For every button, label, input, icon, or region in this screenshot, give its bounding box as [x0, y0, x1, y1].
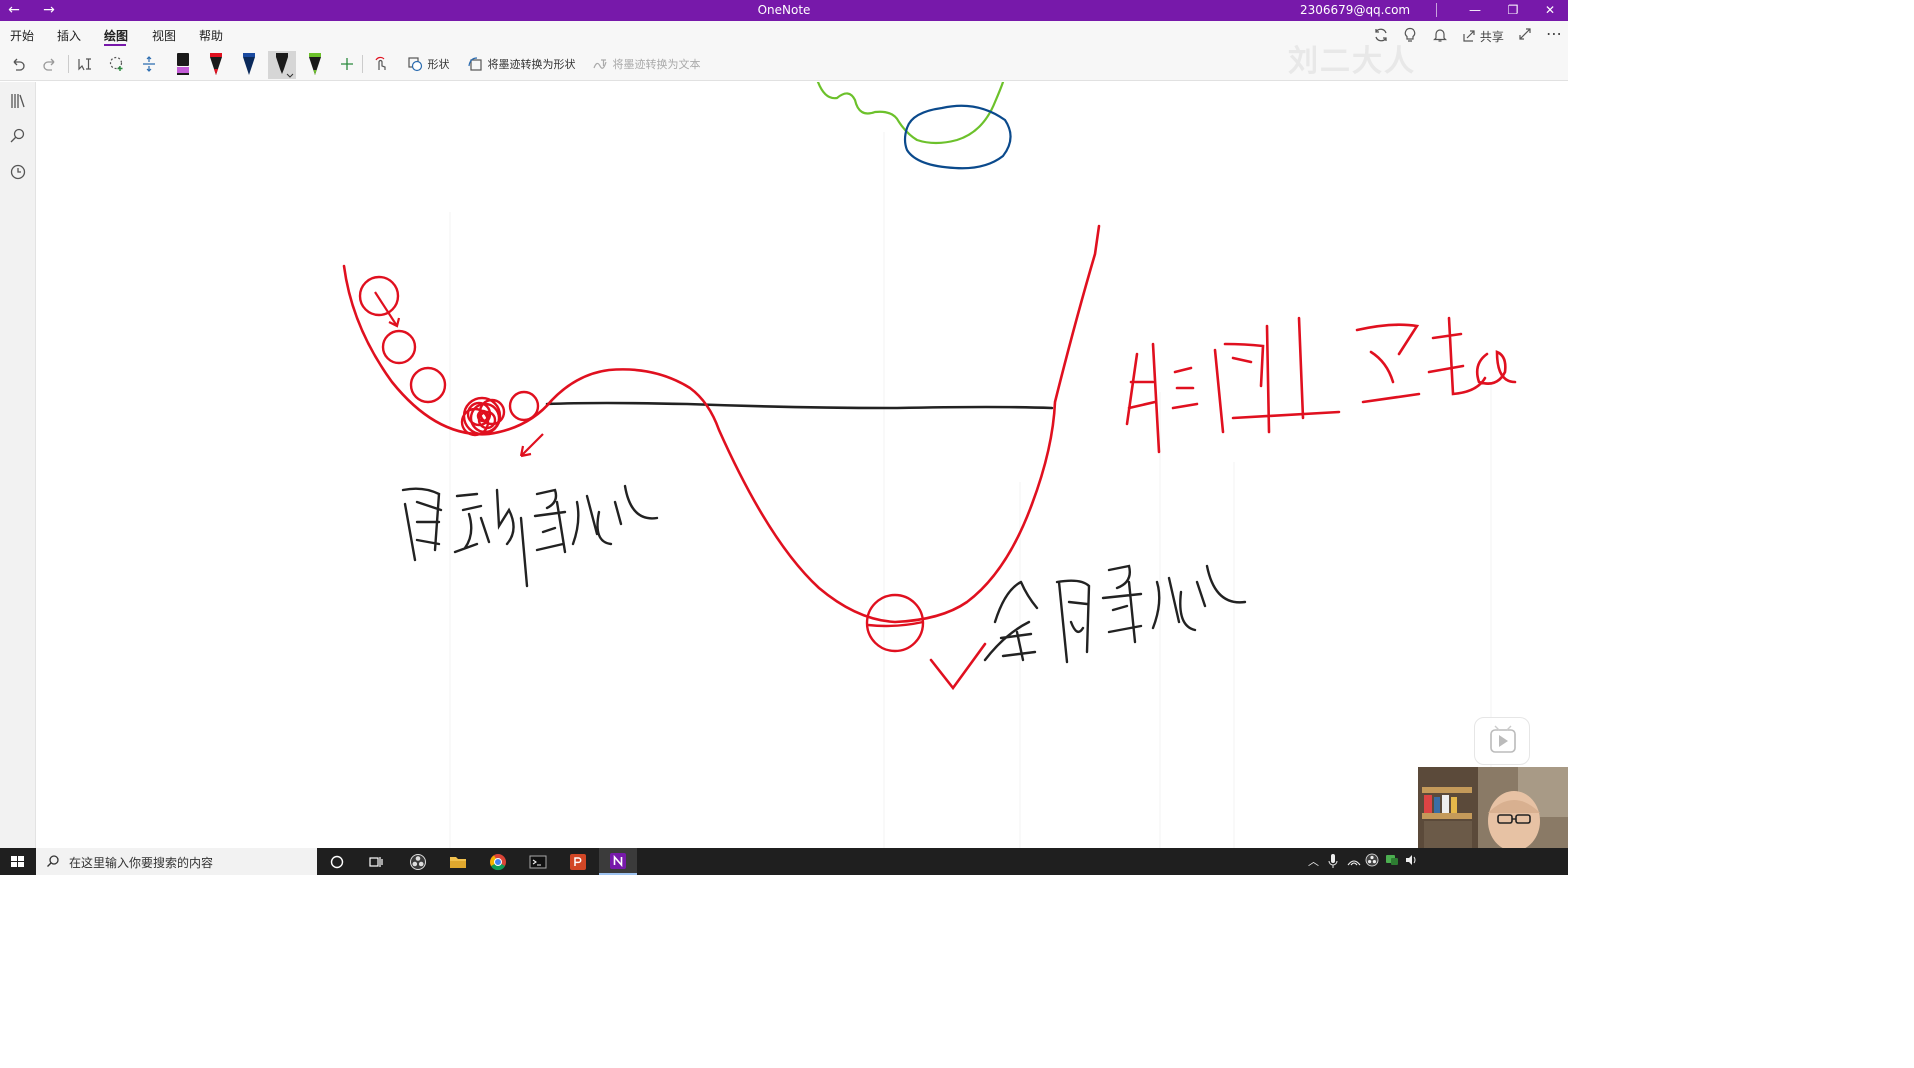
ink-drawing[interactable]	[37, 82, 1568, 848]
play-icon	[1490, 725, 1516, 753]
share-icon	[1463, 30, 1475, 42]
share-label: 共享	[1479, 30, 1504, 44]
ink-to-text-icon	[592, 59, 607, 69]
onenote-icon	[610, 852, 626, 869]
undo-icon	[13, 58, 25, 71]
microphone-icon[interactable]	[1328, 853, 1338, 869]
add-space-icon	[143, 56, 155, 72]
wechat-tray-icon[interactable]	[1385, 853, 1399, 867]
task-view-icon	[369, 856, 383, 867]
add-space-button[interactable]	[137, 51, 161, 77]
volume-icon[interactable]	[1404, 853, 1418, 867]
search-icon[interactable]	[8, 126, 28, 146]
redo-button[interactable]	[38, 51, 62, 77]
pen-icon	[210, 53, 222, 75]
ink-to-text-button[interactable]: 将墨迹转换为文本	[590, 51, 702, 77]
windows-logo-icon	[11, 856, 24, 867]
search-placeholder: 在这里输入你要搜索的内容	[69, 856, 214, 870]
shapes-label: 形状	[427, 58, 450, 71]
restore-button[interactable]: ❐	[1495, 0, 1531, 21]
left-navigation-rail	[0, 82, 36, 848]
powerpoint-icon	[570, 853, 586, 870]
toolbar-separator	[362, 55, 363, 73]
start-button[interactable]	[0, 848, 36, 875]
pen-black-purple[interactable]	[172, 51, 194, 79]
ink-to-shape-label: 将墨迹转换为形状	[487, 58, 576, 71]
type-select-button[interactable]	[73, 51, 97, 77]
network-icon[interactable]	[1347, 853, 1361, 867]
terminal-icon	[529, 855, 547, 868]
title-bar: ← → OneNote 2306679@qq.com — ❐ ✕	[0, 0, 1568, 21]
pen-icon	[243, 53, 255, 75]
fullscreen-icon[interactable]	[1518, 27, 1532, 41]
active-tab-indicator	[104, 44, 126, 46]
taskbar-app-onenote[interactable]	[599, 848, 637, 875]
pen-icon	[177, 53, 189, 75]
taskbar-app-powerpoint[interactable]	[559, 848, 597, 875]
ink-to-shape-icon	[467, 57, 482, 71]
onenote-window: ← → OneNote 2306679@qq.com — ❐ ✕ 开始 插入 绘…	[0, 0, 1568, 875]
minimize-button[interactable]: —	[1457, 0, 1493, 21]
lasso-icon	[109, 56, 123, 71]
account-email[interactable]: 2306679@qq.com	[1300, 0, 1410, 21]
plus-icon	[341, 58, 353, 70]
tab-draw[interactable]: 绘图	[104, 27, 128, 44]
video-play-button[interactable]	[1474, 717, 1530, 765]
cortana-button[interactable]	[318, 848, 356, 875]
shapes-icon	[407, 57, 422, 72]
obs-icon	[410, 853, 426, 870]
recent-clock-icon[interactable]	[8, 162, 28, 182]
ink-to-text-label: 将墨迹转换为文本	[612, 58, 701, 71]
titlebar-separator	[1436, 3, 1437, 17]
search-icon	[47, 855, 59, 867]
pen-red[interactable]	[205, 51, 227, 79]
pen-icon	[309, 53, 321, 75]
pen-icon	[276, 53, 294, 78]
lasso-select-button[interactable]	[105, 51, 129, 77]
windows-taskbar: 在这里输入你要搜索的内容 ︿	[0, 848, 1568, 875]
taskbar-app-explorer[interactable]	[439, 848, 477, 875]
tab-help[interactable]: 帮助	[199, 27, 223, 44]
tray-chevron-icon[interactable]: ︿	[1308, 853, 1319, 869]
task-view-button[interactable]	[357, 848, 395, 875]
shapes-button[interactable]: 形状	[403, 51, 453, 77]
touch-draw-icon	[375, 56, 386, 70]
toolbar-separator	[68, 55, 69, 73]
taskbar-app-chrome[interactable]	[479, 848, 517, 875]
tab-insert[interactable]: 插入	[57, 27, 81, 44]
more-options-icon[interactable]: ⋯	[1546, 24, 1562, 43]
touch-draw-button[interactable]	[369, 51, 393, 77]
notebooks-icon[interactable]	[8, 91, 28, 111]
ink-to-shape-button[interactable]: 将墨迹转换为形状	[465, 51, 577, 77]
share-button[interactable]: 共享	[1462, 28, 1504, 45]
close-button[interactable]: ✕	[1532, 0, 1568, 21]
obs-tray-icon[interactable]	[1365, 853, 1379, 867]
folder-icon	[450, 856, 466, 868]
type-select-icon	[78, 58, 91, 71]
pen-navy[interactable]	[238, 51, 260, 79]
pen-green[interactable]	[304, 51, 326, 79]
page-canvas[interactable]	[37, 82, 1568, 848]
tab-view[interactable]: 视图	[152, 27, 176, 44]
tab-home[interactable]: 开始	[10, 27, 34, 44]
taskbar-search-box[interactable]: 在这里输入你要搜索的内容	[36, 848, 317, 875]
watermark-text: 刘二大人	[1288, 44, 1416, 79]
taskbar-app-obs[interactable]	[399, 848, 437, 875]
chrome-icon	[490, 853, 506, 870]
pen-black-selected[interactable]	[268, 51, 296, 79]
cortana-icon	[330, 855, 344, 868]
add-pen-button[interactable]	[336, 51, 358, 77]
undo-button[interactable]	[6, 51, 30, 77]
taskbar-app-terminal[interactable]	[519, 848, 557, 875]
redo-icon	[43, 58, 55, 71]
bell-icon[interactable]	[1433, 27, 1447, 43]
